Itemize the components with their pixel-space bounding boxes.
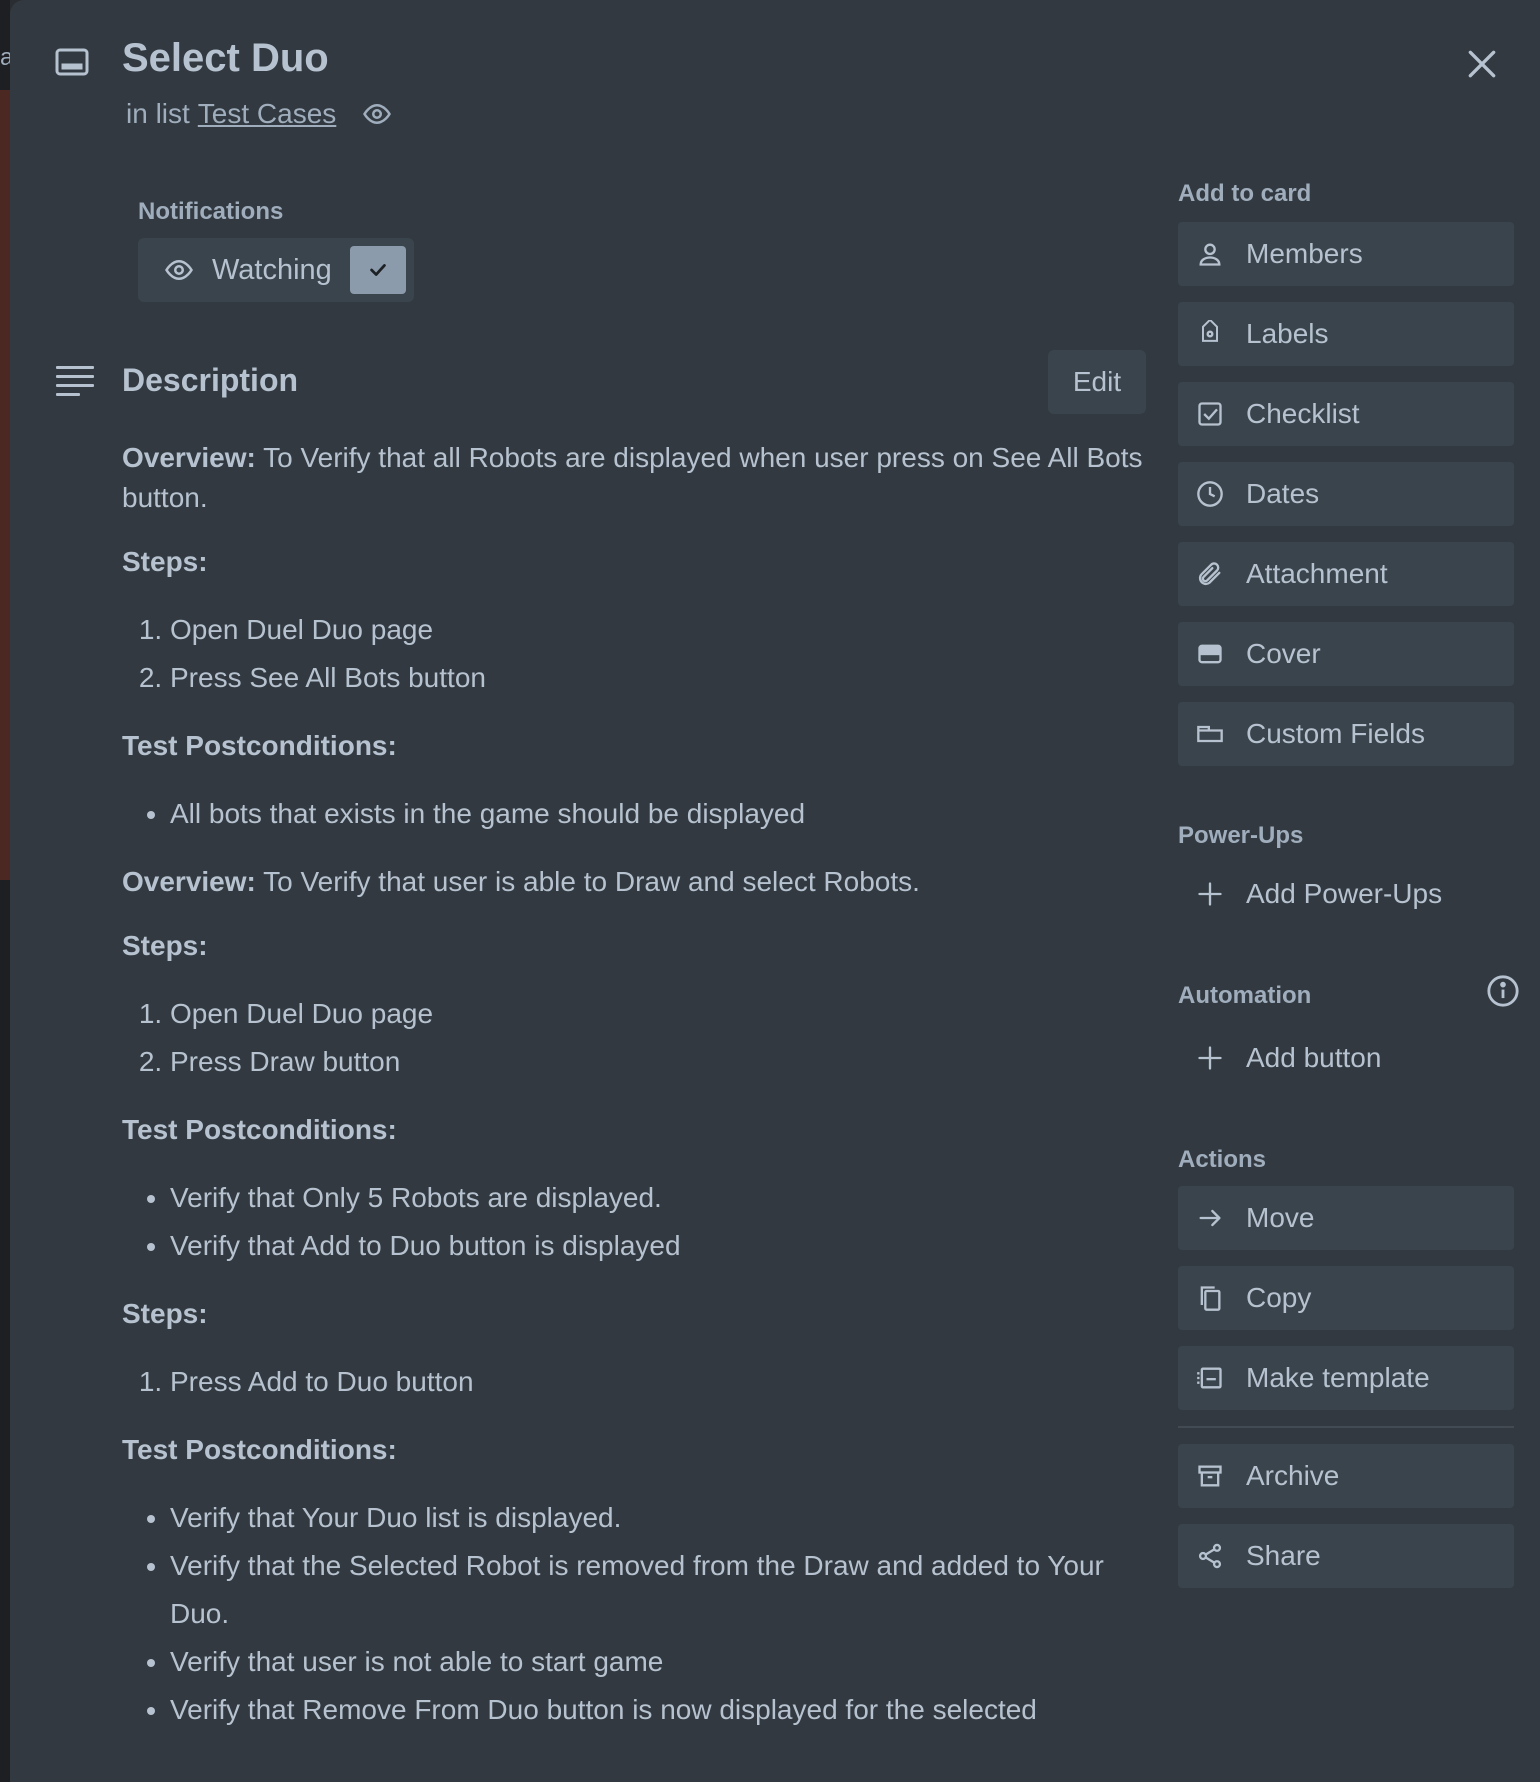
steps-heading: Steps: [122, 546, 208, 577]
archive-label: Archive [1246, 1460, 1340, 1491]
cover-icon [1196, 640, 1224, 668]
postconditions-heading: Test Postconditions: [122, 730, 397, 761]
steps-heading: Steps: [122, 930, 208, 961]
add-power-ups-button[interactable]: Add Power-Ups [1178, 862, 1514, 926]
list-item: Open Duel Duo page [170, 606, 1162, 654]
description-icon [56, 364, 94, 400]
custom-fields-icon [1196, 720, 1224, 748]
list-item: Verify that the Selected Robot is remove… [170, 1542, 1162, 1638]
make-template-button[interactable]: Make template [1178, 1346, 1514, 1410]
list-item: Verify that user is not able to start ga… [170, 1638, 1162, 1686]
edit-description-button[interactable]: Edit [1048, 350, 1146, 414]
add-to-card-label: Add to card [1178, 180, 1312, 207]
list-item: Verify that Add to Duo button is display… [170, 1222, 1162, 1270]
watching-label: Watching [212, 253, 332, 286]
plus-icon [1196, 880, 1224, 908]
share-button[interactable]: Share [1178, 1524, 1514, 1588]
members-label: Members [1246, 238, 1363, 269]
steps-heading: Steps: [122, 1298, 208, 1329]
template-icon [1196, 1364, 1224, 1392]
overview-label: Overview: [122, 866, 256, 897]
archive-button[interactable]: Archive [1178, 1444, 1514, 1508]
list-item: Open Duel Duo page [170, 990, 1162, 1038]
copy-button[interactable]: Copy [1178, 1266, 1514, 1330]
labels-label: Labels [1246, 318, 1329, 349]
copy-icon [1196, 1284, 1224, 1312]
list-item: Press See All Bots button [170, 654, 1162, 702]
labels-button[interactable]: Labels [1178, 302, 1514, 366]
list-link[interactable]: Test Cases [198, 98, 337, 130]
overview-2: Overview: To Verify that user is able to… [122, 862, 1162, 902]
plus-icon [1196, 1044, 1224, 1072]
list-item: Verify that Your Duo list is displayed. [170, 1494, 1162, 1542]
overview-text: To Verify that all Robots are displayed … [122, 442, 1143, 513]
list-item: Press Add to Duo button [170, 1358, 1162, 1406]
description-heading: Description [122, 362, 299, 398]
arrow-right-icon [1196, 1204, 1224, 1232]
move-label: Move [1246, 1202, 1315, 1233]
archive-icon [1196, 1462, 1224, 1490]
list-item: Verify that Remove From Duo button is no… [170, 1686, 1162, 1734]
dates-button[interactable]: Dates [1178, 462, 1514, 526]
list-item: Verify that Only 5 Robots are displayed. [170, 1174, 1162, 1222]
card-detail-modal: Select Duo in list Test Cases Notificati… [10, 0, 1540, 1782]
attachment-button[interactable]: Attachment [1178, 542, 1514, 606]
actions-label: Actions [1178, 1146, 1267, 1173]
postconditions-heading: Test Postconditions: [122, 1434, 397, 1465]
postconditions-list-3: Verify that Your Duo list is displayed. … [122, 1494, 1162, 1734]
backdrop-list-color [0, 90, 10, 880]
description-body[interactable]: Overview: To Verify that all Robots are … [122, 438, 1162, 1758]
attachment-label: Attachment [1246, 558, 1388, 589]
postconditions-heading: Test Postconditions: [122, 1114, 397, 1145]
steps-list-1: Open Duel Duo page Press See All Bots bu… [122, 606, 1162, 702]
board-backdrop [0, 0, 10, 1782]
steps-list-3: Press Add to Duo button [122, 1358, 1162, 1406]
check-icon [350, 246, 406, 294]
share-label: Share [1246, 1540, 1321, 1571]
person-icon [1196, 240, 1224, 268]
paperclip-icon [1196, 560, 1224, 588]
card-list-info: in list Test Cases [126, 98, 392, 130]
overview-1: Overview: To Verify that all Robots are … [122, 438, 1162, 518]
list-item: All bots that exists in the game should … [170, 790, 1162, 838]
card-title[interactable]: Select Duo [122, 36, 329, 81]
cover-button[interactable]: Cover [1178, 622, 1514, 686]
share-icon [1196, 1542, 1224, 1570]
move-button[interactable]: Move [1178, 1186, 1514, 1250]
info-icon[interactable] [1486, 974, 1520, 1008]
actions-divider [1178, 1426, 1514, 1428]
postconditions-list-2: Verify that Only 5 Robots are displayed.… [122, 1174, 1162, 1270]
checklist-icon [1196, 400, 1224, 428]
copy-label: Copy [1246, 1282, 1312, 1313]
add-button-label: Add button [1246, 1042, 1382, 1073]
members-button[interactable]: Members [1178, 222, 1514, 286]
cover-label: Cover [1246, 638, 1321, 669]
custom-fields-button[interactable]: Custom Fields [1178, 702, 1514, 766]
watching-button[interactable]: Watching [138, 238, 414, 302]
notifications-label: Notifications [138, 198, 284, 225]
overview-label: Overview: [122, 442, 256, 473]
dates-label: Dates [1246, 478, 1320, 509]
checklist-label: Checklist [1246, 398, 1360, 429]
card-icon [54, 44, 90, 80]
in-list-label: in list [126, 98, 190, 129]
close-icon[interactable] [1462, 44, 1502, 84]
eye-icon [362, 99, 392, 129]
power-ups-label: Power-Ups [1178, 822, 1304, 849]
eye-icon [164, 255, 194, 285]
overview-text: To Verify that user is able to Draw and … [255, 866, 920, 897]
add-power-ups-label: Add Power-Ups [1246, 878, 1443, 909]
add-automation-button[interactable]: Add button [1178, 1026, 1514, 1090]
checklist-button[interactable]: Checklist [1178, 382, 1514, 446]
tag-icon [1196, 320, 1224, 348]
postconditions-list-1: All bots that exists in the game should … [122, 790, 1162, 838]
automation-label: Automation [1178, 982, 1312, 1009]
custom-fields-label: Custom Fields [1246, 718, 1425, 749]
clock-icon [1196, 480, 1224, 508]
steps-list-2: Open Duel Duo page Press Draw button [122, 990, 1162, 1086]
list-item: Press Draw button [170, 1038, 1162, 1086]
make-template-label: Make template [1246, 1362, 1430, 1393]
